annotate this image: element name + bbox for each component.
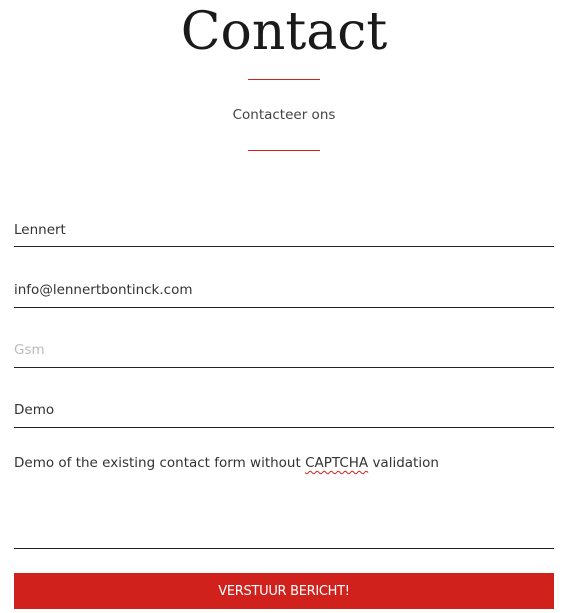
submit-button[interactable]: VERSTUUR BERICHT! — [14, 573, 554, 609]
subject-value: Demo — [14, 402, 55, 418]
subtitle-divider — [248, 150, 320, 151]
page-subtitle: Contacteer ons — [232, 107, 336, 123]
message-value: Demo of the existing contact form withou… — [14, 455, 439, 471]
subject-input[interactable]: Demo — [14, 390, 554, 428]
message-textarea[interactable]: Demo of the existing contact form withou… — [14, 445, 554, 549]
message-text-start: Demo of the existing contact form withou… — [14, 455, 306, 471]
phone-placeholder: Gsm — [14, 342, 45, 358]
page-title: Contact — [180, 2, 388, 62]
message-misspelled-word: CAPTCHA — [305, 455, 369, 471]
message-text-end: validation — [368, 455, 439, 471]
title-divider — [248, 79, 320, 80]
email-value: info@lennertbontinck.com — [14, 282, 193, 298]
name-input[interactable]: Lennert — [14, 210, 554, 247]
email-input[interactable]: info@lennertbontinck.com — [14, 270, 554, 308]
phone-input[interactable]: Gsm — [14, 330, 554, 368]
name-value: Lennert — [14, 222, 66, 238]
